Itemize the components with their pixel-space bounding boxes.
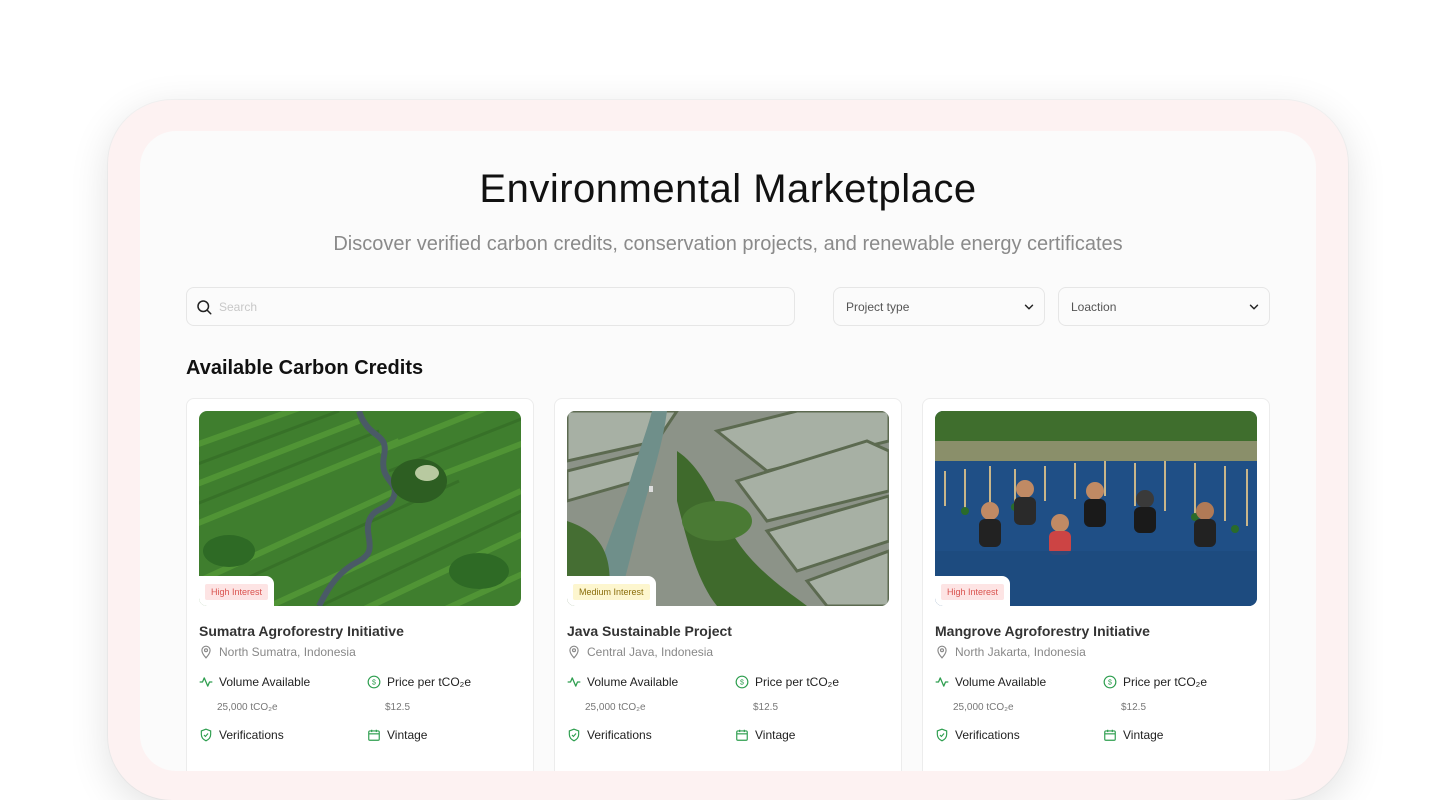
volume-metric: Volume Available — [567, 675, 678, 689]
price-label: Price per tCO₂e — [387, 675, 472, 689]
location-text: Central Java, Indonesia — [587, 645, 714, 659]
location-label: Loaction — [1071, 300, 1117, 314]
screen: Environmental Marketplace Discover verif… — [140, 131, 1316, 771]
map-pin-icon — [201, 645, 211, 659]
volume-label: Volume Available — [955, 675, 1047, 689]
price-value: $12.5 — [385, 702, 411, 713]
location-text: North Sumatra, Indonesia — [219, 645, 356, 659]
price-metric: $ Price per tCO₂e — [367, 675, 471, 689]
project-location: Central Java, Indonesia — [567, 645, 713, 659]
page-subtitle: Discover verified carbon credits, conser… — [333, 233, 1123, 255]
price-metric: $ Price per tCO₂e — [1103, 675, 1207, 689]
section-title: Available Carbon Credits — [186, 357, 424, 379]
price-metric: $ Price per tCO₂e — [735, 675, 839, 689]
project-image: High Interest — [935, 411, 1257, 606]
project-type-label: Project type — [846, 300, 910, 314]
volume-value: 25,000 tCO₂e — [585, 702, 646, 713]
volume-label: Volume Available — [587, 675, 679, 689]
interest-badge: Medium Interest — [573, 584, 650, 600]
svg-text:$: $ — [740, 680, 744, 687]
interest-badge: High Interest — [941, 584, 1005, 600]
map-pin-icon — [569, 645, 579, 659]
activity-icon — [935, 677, 949, 687]
page-title: Environmental Marketplace — [479, 167, 977, 211]
price-label: Price per tCO₂e — [1123, 675, 1208, 689]
chevron-down-icon — [1024, 304, 1034, 310]
volume-value: 25,000 tCO₂e — [953, 702, 1014, 713]
activity-icon — [567, 677, 581, 687]
dollar-circle-icon: $ — [367, 675, 381, 689]
project-name[interactable]: Sumatra Agroforestry Initiative — [199, 623, 404, 639]
project-card[interactable]: High Interest Sumatra Agroforestry Initi… — [186, 398, 534, 771]
project-type-select[interactable]: Project type — [833, 287, 1045, 326]
activity-icon — [199, 677, 213, 687]
svg-text:$: $ — [372, 680, 376, 687]
dollar-circle-icon: $ — [735, 675, 749, 689]
project-card[interactable]: High Interest Mangrove Agroforestry Init… — [922, 398, 1270, 771]
interest-badge: High Interest — [205, 584, 269, 600]
project-location: North Jakarta, Indonesia — [935, 645, 1086, 659]
search-box[interactable] — [186, 287, 795, 326]
search-icon — [197, 300, 212, 315]
project-image: High Interest — [199, 411, 521, 606]
volume-metric: Volume Available — [935, 675, 1046, 689]
location-select[interactable]: Loaction — [1058, 287, 1270, 326]
project-name[interactable]: Mangrove Agroforestry Initiative — [935, 623, 1150, 639]
volume-metric: Volume Available — [199, 675, 310, 689]
dollar-circle-icon: $ — [1103, 675, 1117, 689]
price-label: Price per tCO₂e — [755, 675, 840, 689]
project-location: North Sumatra, Indonesia — [199, 645, 356, 659]
volume-label: Volume Available — [219, 675, 311, 689]
price-value: $12.5 — [1121, 702, 1147, 713]
project-image: Medium Interest — [567, 411, 889, 606]
project-card[interactable]: Medium Interest Java Sustainable Project… — [554, 398, 902, 771]
location-text: North Jakarta, Indonesia — [955, 645, 1086, 659]
volume-value: 25,000 tCO₂e — [217, 702, 278, 713]
svg-text:$: $ — [1108, 680, 1112, 687]
chevron-down-icon — [1249, 304, 1259, 310]
price-value: $12.5 — [753, 702, 779, 713]
map-pin-icon — [937, 645, 947, 659]
project-name[interactable]: Java Sustainable Project — [567, 623, 732, 639]
search-input[interactable] — [219, 288, 779, 325]
